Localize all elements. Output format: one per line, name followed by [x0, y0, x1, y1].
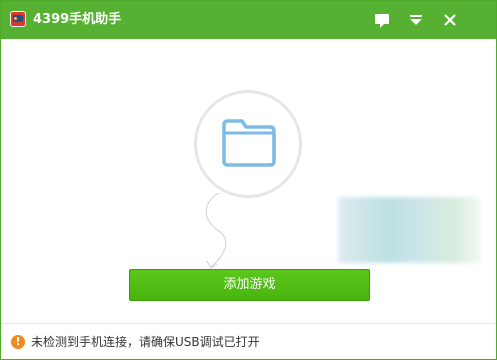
folder-icon: [222, 119, 276, 167]
feedback-icon: [375, 14, 389, 28]
empty-state-circle: [194, 90, 302, 198]
app-logo-icon: [10, 11, 26, 27]
app-title: 4399手机助手: [33, 12, 122, 27]
blurred-image: [338, 197, 481, 263]
warning-icon: !: [11, 335, 25, 349]
dropdown-menu-button[interactable]: [405, 9, 427, 31]
main-content: 添加游戏: [1, 39, 496, 322]
app-window: 4399手机助手 添加游戏 ! 未检测到手机连接，请确保USB调试已打开: [0, 0, 497, 360]
status-bar: ! 未检测到手机连接，请确保USB调试已打开: [1, 323, 496, 359]
close-icon: [444, 14, 456, 26]
add-game-button[interactable]: 添加游戏: [129, 269, 370, 301]
dropdown-menu-icon: [410, 15, 422, 25]
feedback-button[interactable]: [371, 9, 393, 31]
close-button[interactable]: [439, 9, 461, 31]
status-message: 未检测到手机连接，请确保USB调试已打开: [31, 335, 260, 349]
connector-curve: [205, 192, 227, 269]
title-bar[interactable]: 4399手机助手: [1, 1, 496, 39]
